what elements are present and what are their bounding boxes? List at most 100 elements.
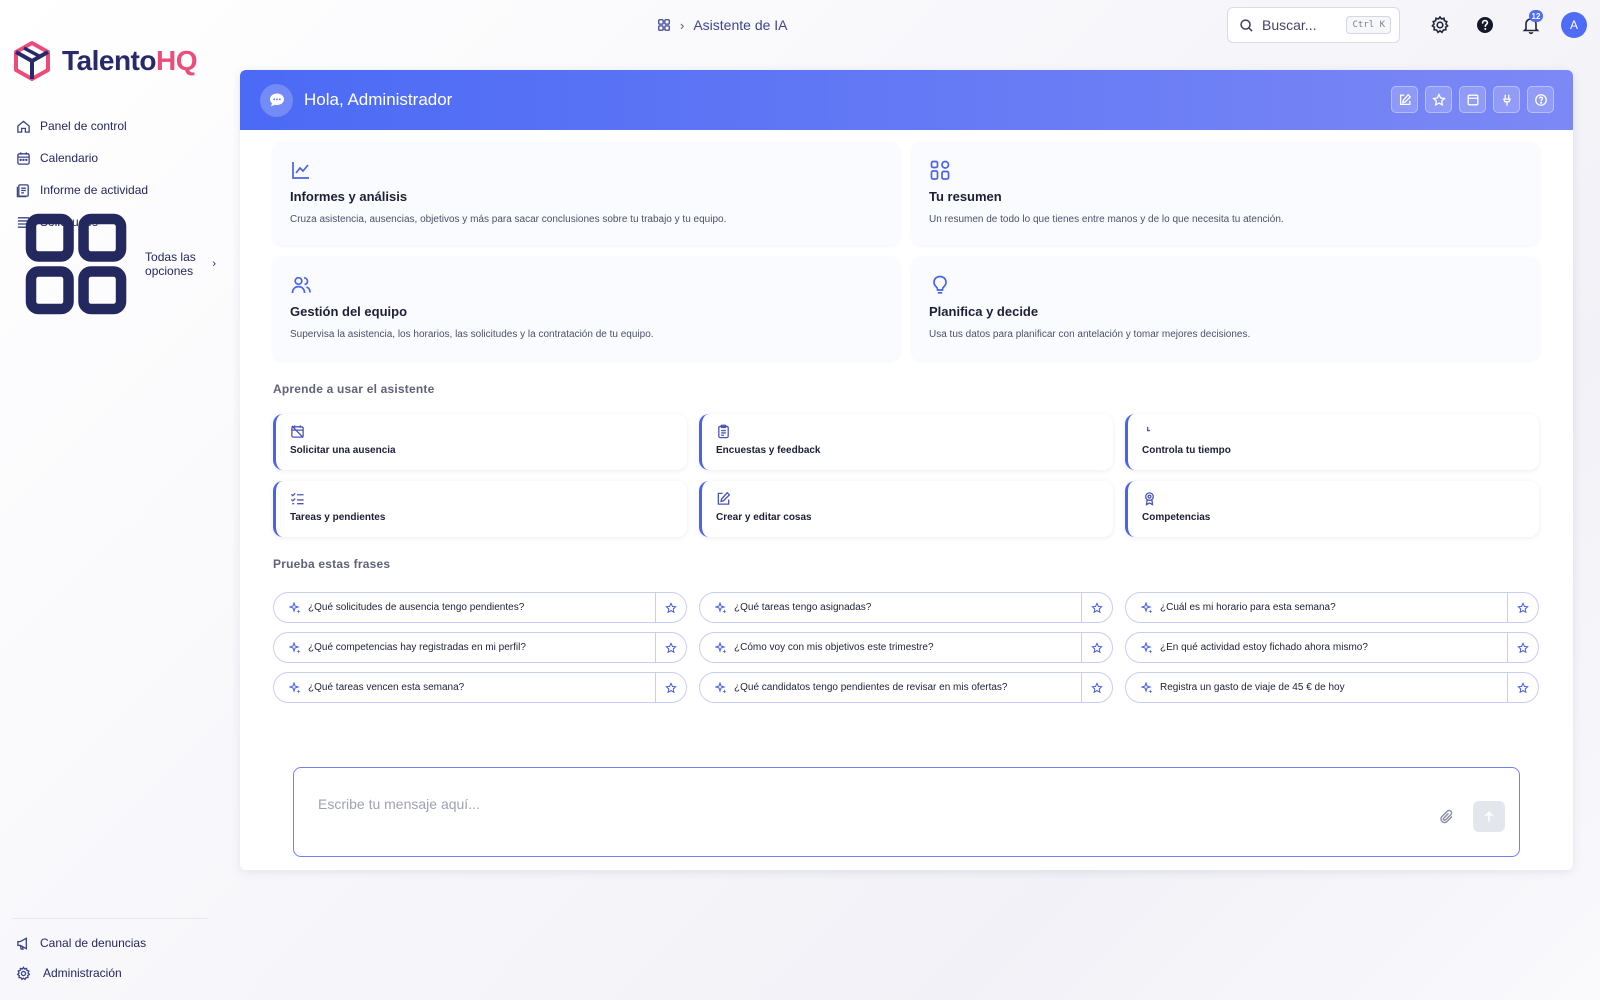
calendar-off-icon xyxy=(291,425,304,439)
star-icon xyxy=(1517,601,1529,613)
learn-item-create-edit[interactable]: Crear y editar cosas xyxy=(699,481,1113,537)
card-description: Supervisa la asistencia, los horarios, l… xyxy=(290,329,654,340)
phrase-chip[interactable]: ¿Qué tareas vencen esta semana? xyxy=(273,672,687,703)
sidebar-divider xyxy=(12,918,207,919)
favorite-phrase-button[interactable] xyxy=(1507,633,1538,662)
star-icon xyxy=(1091,641,1103,653)
phrase-text: ¿Qué candidatos tengo pendientes de revi… xyxy=(734,682,1008,693)
phrase-chip[interactable]: ¿Qué candidatos tengo pendientes de revi… xyxy=(699,672,1113,703)
sparkle-icon xyxy=(1141,681,1153,693)
lightbulb-icon xyxy=(933,275,947,294)
star-icon xyxy=(1517,681,1529,693)
favorite-phrase-button[interactable] xyxy=(655,673,686,702)
learn-item-competencies[interactable]: Competencias xyxy=(1125,481,1539,537)
sidebar-item-activity-report[interactable]: Informe de actividad xyxy=(16,174,216,206)
star-icon xyxy=(1091,681,1103,693)
card-reports-analysis[interactable]: Informes y análisis Cruza asistencia, au… xyxy=(273,142,900,245)
learn-item-label: Competencias xyxy=(1142,512,1211,523)
activity-report-icon xyxy=(16,183,29,197)
phrase-chip[interactable]: ¿Cuál es mi horario para esta semana? xyxy=(1125,592,1539,623)
sidebar-item-label: Canal de denuncias xyxy=(40,936,147,950)
card-team-management[interactable]: Gestión del equipo Supervisa la asistenc… xyxy=(273,257,900,360)
card-your-summary[interactable]: Tu resumen Un resumen de todo lo que tie… xyxy=(912,142,1539,245)
favorite-phrase-button[interactable] xyxy=(655,593,686,622)
learn-item-request-absence[interactable]: Solicitar una ausencia xyxy=(273,414,687,470)
new-chat-button[interactable] xyxy=(1391,86,1418,113)
cube-logo-icon xyxy=(14,41,50,81)
grid-icon xyxy=(25,213,127,315)
help-icon[interactable] xyxy=(1475,15,1495,35)
sidebar-item-label: Panel de control xyxy=(40,119,127,133)
phrase-text: ¿Cuál es mi horario para esta semana? xyxy=(1160,602,1336,613)
star-icon xyxy=(665,601,677,613)
card-title: Tu resumen xyxy=(929,189,1002,204)
settings-gear-icon[interactable] xyxy=(1430,15,1450,35)
brand-logo[interactable]: TalentoHQ xyxy=(12,40,197,82)
users-icon xyxy=(291,276,311,294)
phrase-chip[interactable]: ¿Qué solicitudes de ausencia tengo pendi… xyxy=(273,592,687,623)
learn-item-time-tracking[interactable]: Controla tu tiempo xyxy=(1125,414,1539,470)
avatar[interactable]: A xyxy=(1561,12,1587,38)
card-plan-decide[interactable]: Planifica y decide Usa tus datos para pl… xyxy=(912,257,1539,360)
learn-item-surveys[interactable]: Encuestas y feedback xyxy=(699,414,1113,470)
edit-icon xyxy=(717,491,731,505)
search-box[interactable]: Buscar... Ctrl K xyxy=(1227,7,1400,43)
card-title: Gestión del equipo xyxy=(290,304,408,319)
search-input[interactable]: Buscar... xyxy=(1262,17,1346,33)
sparkle-icon xyxy=(715,641,727,653)
phrase-chip[interactable]: ¿Cómo voy con mis objetivos este trimest… xyxy=(699,632,1113,663)
favorites-button[interactable] xyxy=(1425,86,1452,113)
star-icon xyxy=(665,641,677,653)
card-description: Un resumen de todo lo que tienes entre m… xyxy=(929,214,1284,225)
sidebar-item-label: Todas las opciones xyxy=(145,250,196,278)
sidebar-item-admin[interactable]: Administración xyxy=(16,958,216,988)
learn-item-label: Crear y editar cosas xyxy=(716,512,812,523)
send-button[interactable] xyxy=(1473,801,1505,832)
brand-name-part1: Talento xyxy=(62,45,156,76)
favorite-phrase-button[interactable] xyxy=(1507,673,1538,702)
learn-cards: Solicitar una ausencia Encuestas y feedb… xyxy=(273,414,1539,537)
search-icon xyxy=(1240,18,1253,32)
sidebar-item-dashboard[interactable]: Panel de control xyxy=(16,110,216,142)
sidebar-item-whistleblower[interactable]: Canal de denuncias xyxy=(16,928,216,958)
phrase-chip[interactable]: ¿Qué competencias hay registradas en mi … xyxy=(273,632,687,663)
phrase-chip[interactable]: ¿Qué tareas tengo asignadas? xyxy=(699,592,1113,623)
star-icon xyxy=(1091,601,1103,613)
assistant-panel: Hola, Administrador Informes y análisis … xyxy=(240,70,1573,870)
sidebar-item-all-options[interactable]: Todas las opciones › xyxy=(16,213,216,315)
chevron-right-icon: › xyxy=(212,258,216,270)
favorite-phrase-button[interactable] xyxy=(1081,633,1112,662)
pin-button[interactable] xyxy=(1493,86,1520,113)
phrase-chip[interactable]: Registra un gasto de viaje de 45 € de ho… xyxy=(1125,672,1539,703)
learn-item-label: Controla tu tiempo xyxy=(1142,445,1231,456)
learn-item-tasks[interactable]: Tareas y pendientes xyxy=(273,481,687,537)
favorite-phrase-button[interactable] xyxy=(655,633,686,662)
window-icon xyxy=(1467,94,1478,105)
card-title: Informes y análisis xyxy=(290,189,408,204)
phrase-chip[interactable]: ¿En qué actividad estoy fichado ahora mi… xyxy=(1125,632,1539,663)
main-nav: Panel de control Calendario Informe de a… xyxy=(16,110,216,315)
chat-bubble-icon xyxy=(260,83,293,117)
star-icon xyxy=(665,681,677,693)
help-button[interactable] xyxy=(1527,86,1554,113)
message-input[interactable]: Escribe tu mensaje aquí... xyxy=(318,796,480,812)
favorite-phrase-button[interactable] xyxy=(1507,593,1538,622)
phrases-section-title: Prueba estas frases xyxy=(273,557,391,571)
header-toolbar xyxy=(1391,86,1554,113)
panel-header: Hola, Administrador xyxy=(240,70,1573,130)
message-composer[interactable]: Escribe tu mensaje aquí... xyxy=(293,767,1520,857)
sidebar-item-label: Informe de actividad xyxy=(40,183,149,197)
sparkle-icon xyxy=(1141,641,1153,653)
sidebar-item-calendar[interactable]: Calendario xyxy=(16,142,216,174)
help-icon xyxy=(1534,93,1547,106)
checklist-icon xyxy=(290,492,304,505)
edit-icon xyxy=(1399,93,1411,105)
grid-icon[interactable] xyxy=(657,18,671,32)
favorite-phrase-button[interactable] xyxy=(1081,673,1112,702)
gear-icon xyxy=(16,965,31,980)
learn-item-label: Tareas y pendientes xyxy=(290,512,386,523)
paperclip-icon[interactable] xyxy=(1439,809,1455,825)
favorite-phrase-button[interactable] xyxy=(1081,593,1112,622)
sidebar: TalentoHQ Panel de control Calendario In… xyxy=(0,0,225,1000)
history-button[interactable] xyxy=(1459,86,1486,113)
